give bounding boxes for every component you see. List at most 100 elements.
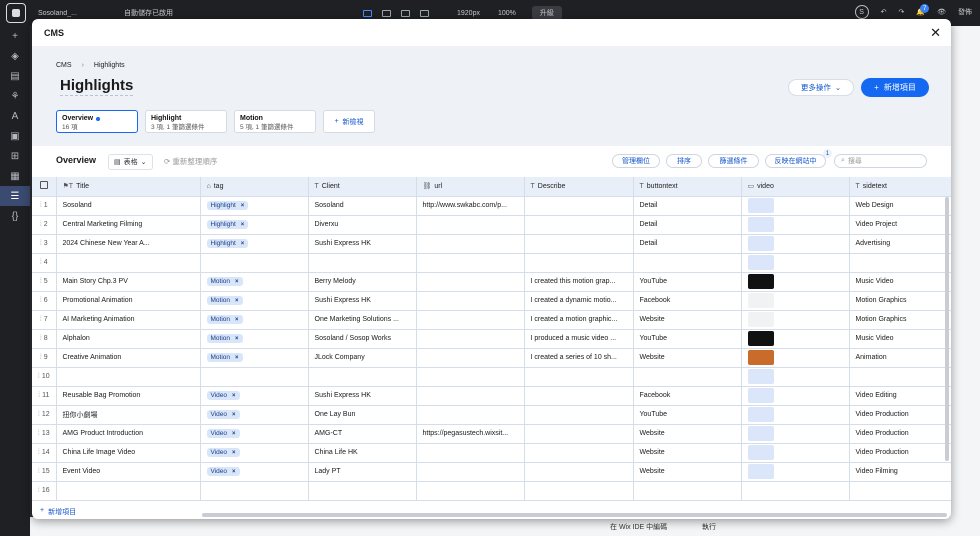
cell-tag[interactable]: Video × [200,424,309,444]
add-item-button[interactable]: + 新增項目 [861,78,929,97]
cell-buttontext[interactable]: Facebook [633,291,742,311]
cell-url[interactable] [416,367,525,387]
remove-tag-icon[interactable]: × [235,336,239,342]
cell-title[interactable]: Reusable Bag Promotion [56,386,201,406]
table-row[interactable]: ⁞ 11 Reusable Bag Promotion Video × Sushi Exp… [32,386,951,406]
remove-tag-icon[interactable]: × [235,298,239,304]
cell-sidetext[interactable]: Motion Graphics [849,310,951,330]
tag-chip[interactable]: Motion × [206,277,243,286]
drag-handle-icon[interactable]: ⁞ [40,354,42,361]
remove-tag-icon[interactable]: × [235,355,239,361]
cell-sidetext[interactable]: Music Video [849,329,951,349]
apps-icon[interactable]: ⚘ [0,86,30,106]
row-number[interactable]: ⁞ 16 [32,481,57,501]
cell-tag[interactable]: Motion × [200,310,309,330]
cell-video[interactable] [741,291,850,311]
cell-tag[interactable]: Motion × [200,329,309,349]
row-number[interactable]: ⁞ 10 [32,367,57,387]
cell-sidetext[interactable]: Video Production [849,424,951,444]
row-number[interactable]: ⁞ 2 [32,215,57,235]
cell-tag[interactable]: Motion × [200,348,309,368]
table-row[interactable]: ⁞ 1 Sosoland Highlight × Sosoland http://www.s… [32,196,951,216]
select-all-cell[interactable] [32,177,57,197]
row-number[interactable]: ⁞ 1 [32,196,57,216]
pages-icon[interactable]: ▤ [0,66,30,86]
page-title[interactable]: Highlights [60,77,134,96]
cell-url[interactable] [416,215,525,235]
select-all-checkbox[interactable] [39,181,48,190]
table-row[interactable]: ⁞ 7 AI Marketing Animation Motion × One Marke… [32,310,951,330]
drag-handle-icon[interactable]: ⁞ [38,373,40,380]
tag-chip[interactable]: Video × [206,429,240,438]
drag-handle-icon[interactable]: ⁞ [40,259,42,266]
table-row[interactable]: ⁞ 5 Main Story Chp.3 PV Motion × Berry Melody… [32,272,951,292]
cell-tag[interactable] [200,367,309,387]
view-tab-highlight[interactable]: Highlight 3 項, 1 筆篩選條件 [145,110,227,133]
cell-buttontext[interactable]: Website [633,424,742,444]
tag-chip[interactable]: Motion × [206,296,243,305]
row-number[interactable]: ⁞ 4 [32,253,57,273]
cell-sidetext[interactable]: Advertising [849,234,951,254]
video-thumbnail[interactable] [747,350,774,365]
cell-client[interactable] [308,367,417,387]
cell-url[interactable]: http://www.swkabc.com/p... [416,196,525,216]
column-header-client[interactable]: T Client [308,177,417,197]
cell-client[interactable] [308,253,417,273]
publish-button[interactable]: 發佈 [958,7,972,17]
cell-title[interactable]: Sosoland [56,196,201,216]
code-icon[interactable]: {} [0,206,30,226]
cell-title[interactable] [56,253,201,273]
cell-tag[interactable]: Motion × [200,272,309,292]
remove-tag-icon[interactable]: × [232,412,236,418]
drag-handle-icon[interactable]: ⁞ [40,297,42,304]
cell-video[interactable] [741,272,850,292]
cell-video[interactable] [741,405,850,425]
cell-sidetext[interactable] [849,253,951,273]
cell-url[interactable] [416,253,525,273]
business-icon[interactable]: ▦ [0,166,30,186]
cell-sidetext[interactable]: Video Project [849,215,951,235]
row-number[interactable]: ⁞ 8 [32,329,57,349]
cell-buttontext[interactable] [633,481,742,501]
cell-buttontext[interactable]: YouTube [633,329,742,349]
remove-tag-icon[interactable]: × [241,241,245,247]
cell-sidetext[interactable] [849,481,951,501]
cell-sidetext[interactable] [849,367,951,387]
row-number[interactable]: ⁞ 12 [32,405,57,425]
cell-url[interactable] [416,234,525,254]
row-number[interactable]: ⁞ 6 [32,291,57,311]
more-actions-button[interactable]: 更多操作 ⌄ [788,79,854,96]
table-row[interactable]: ⁞ 13 AMG Product Introduction Video × AMG-CT h… [32,424,951,444]
cell-client[interactable]: Sosoland [308,196,417,216]
preview-icon[interactable]: 👁 [937,8,946,16]
drag-handle-icon[interactable]: ⁞ [40,278,42,285]
column-header-buttontext[interactable]: Tbuttontext [633,177,742,197]
cell-url[interactable] [416,329,525,349]
cell-title[interactable] [56,481,201,501]
tag-chip[interactable]: Motion × [206,315,243,324]
cell-describe[interactable] [524,196,634,216]
cell-tag[interactable]: Highlight × [200,234,309,254]
video-thumbnail[interactable] [747,388,774,403]
drag-handle-icon[interactable]: ⁞ [38,468,40,475]
drag-handle-icon[interactable]: ⁞ [40,316,42,323]
video-thumbnail[interactable] [747,464,774,479]
cell-title[interactable]: Main Story Chp.3 PV [56,272,201,292]
remove-tag-icon[interactable]: × [235,279,239,285]
table-row[interactable]: ⁞ 8 Alphalon Motion × Sosoland / Sosop Works I… [32,329,951,349]
cell-describe[interactable]: I created a dynamic motio... [524,291,634,311]
cell-url[interactable] [416,310,525,330]
app-market-icon[interactable]: ⊞ [0,146,30,166]
cell-client[interactable]: Sosoland / Sosop Works [308,329,417,349]
cell-tag[interactable]: Highlight × [200,215,309,235]
new-view-button[interactable]: + 新檢視 [323,110,375,133]
add-row-button[interactable]: + 新增項目 [40,507,76,517]
cell-tag[interactable]: Video × [200,405,309,425]
cell-title[interactable]: Alphalon [56,329,201,349]
cell-buttontext[interactable]: Website [633,462,742,482]
undo-icon[interactable]: ↶ [881,8,887,16]
cell-describe[interactable] [524,367,634,387]
table-row[interactable]: ⁞ 15 Event Video Video × Lady PT Website Video … [32,462,951,482]
cell-describe[interactable] [524,405,634,425]
cell-url[interactable] [416,462,525,482]
